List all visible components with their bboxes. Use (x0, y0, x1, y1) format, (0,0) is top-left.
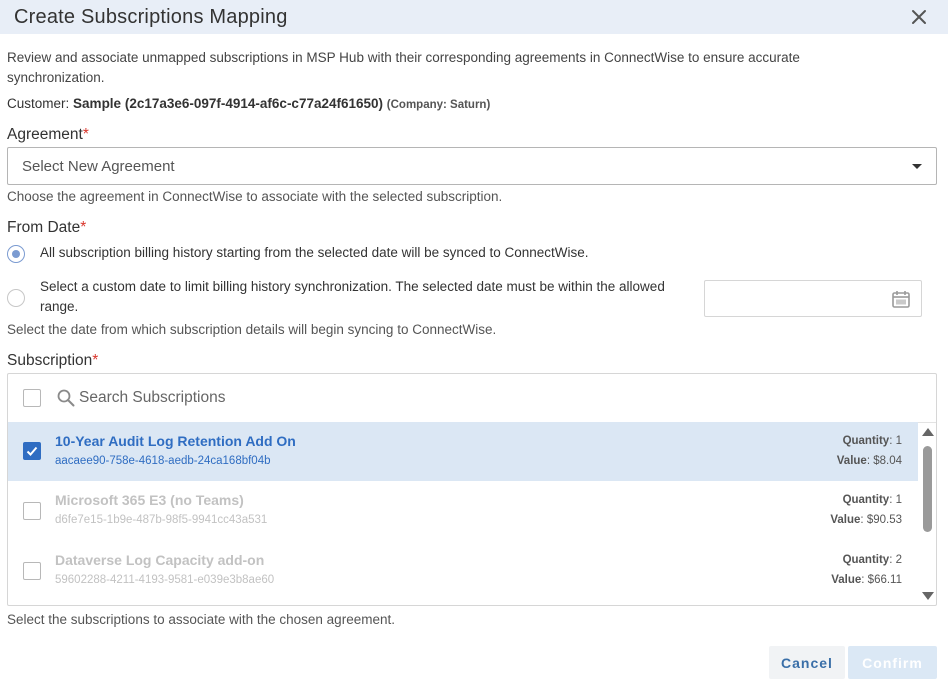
select-all-checkbox[interactable] (23, 389, 41, 407)
subscription-id: aacaee90-758e-4618-aedb-24ca168bf04b (55, 455, 271, 467)
quantity-label: Quantity (842, 435, 890, 447)
customer-company: (Company: Saturn) (386, 99, 491, 111)
subscription-name: Microsoft 365 E3 (no Teams) (55, 492, 244, 508)
radio-all-history-label: All subscription billing history startin… (40, 245, 589, 260)
agreement-select-placeholder: Select New Agreement (22, 158, 175, 175)
subscription-row[interactable]: Dataverse Log Capacity add-on 59602288-4… (8, 541, 918, 600)
quantity-value: 1 (895, 435, 902, 447)
subscription-quantity: Quantity: 2 (842, 554, 902, 566)
quantity-label: Quantity (842, 494, 890, 506)
confirm-button[interactable]: Confirm (848, 646, 937, 679)
search-icon (57, 389, 75, 407)
value-label: Value (836, 455, 867, 467)
cancel-button[interactable]: Cancel (769, 646, 845, 679)
agreement-label: Agreement* (7, 126, 89, 144)
subscription-id: d6fe7e15-1b9e-487b-98f5-9941cc43a531 (55, 514, 268, 526)
value-amount: $8.04 (873, 455, 902, 467)
required-mark: * (80, 219, 87, 236)
value-label: Value (830, 514, 861, 526)
value-label: Value (831, 574, 862, 586)
subscription-value: Value: $66.11 (831, 574, 902, 586)
subscription-quantity: Quantity: 1 (842, 435, 902, 447)
scroll-up-arrow-icon[interactable] (922, 428, 934, 436)
radio-all-history[interactable] (7, 245, 25, 263)
subscription-list-panel: 10-Year Audit Log Retention Add On aacae… (7, 373, 937, 606)
subscription-checkbox[interactable] (23, 562, 41, 580)
radio-custom-date-label: Select a custom date to limit billing hi… (40, 277, 665, 317)
subscription-value: Value: $8.04 (836, 455, 902, 467)
scroll-thumb[interactable] (923, 446, 932, 532)
from-date-help: Select the date from which subscription … (7, 322, 497, 337)
customer-name: Sample (2c17a3e6-097f-4914-af6c-c77a24f6… (73, 96, 384, 111)
value-amount: $90.53 (866, 514, 902, 526)
from-date-label: From Date* (7, 219, 86, 237)
customer-info: Customer: Sample (2c17a3e6-097f-4914-af6… (7, 96, 490, 111)
radio-custom-date[interactable] (7, 289, 25, 307)
scroll-down-arrow-icon[interactable] (922, 592, 934, 600)
customer-label: Customer: (7, 96, 70, 111)
subscription-label-text: Subscription (7, 352, 93, 369)
close-icon[interactable] (908, 6, 930, 28)
from-date-label-text: From Date (7, 219, 81, 236)
radio-custom-date-line1: Select a custom date to limit billing hi… (40, 279, 665, 294)
required-mark: * (92, 352, 99, 369)
subscription-scrollbar[interactable] (920, 422, 936, 605)
subscription-search-input[interactable] (79, 386, 479, 410)
subscription-help: Select the subscriptions to associate wi… (7, 612, 395, 627)
dialog-title: Create Subscriptions Mapping (14, 5, 288, 28)
custom-date-input[interactable] (704, 280, 922, 317)
agreement-help: Choose the agreement in ConnectWise to a… (7, 189, 503, 204)
value-amount: $66.11 (867, 574, 902, 586)
subscription-label: Subscription* (7, 352, 98, 370)
subscription-search-row (8, 374, 936, 423)
required-mark: * (82, 126, 89, 143)
chevron-down-icon (912, 164, 922, 169)
dialog-header: Create Subscriptions Mapping (0, 0, 948, 34)
subscription-row[interactable]: 10-Year Audit Log Retention Add On aacae… (8, 422, 918, 481)
subscription-value: Value: $90.53 (830, 514, 902, 526)
agreement-select[interactable]: Select New Agreement (7, 147, 937, 185)
calendar-icon[interactable] (891, 289, 911, 309)
subscription-quantity: Quantity: 1 (842, 494, 902, 506)
subscription-checkbox[interactable] (23, 502, 41, 520)
subscription-name: Dataverse Log Capacity add-on (55, 552, 265, 568)
subscription-checkbox[interactable] (23, 442, 41, 460)
subscription-name: 10-Year Audit Log Retention Add On (55, 433, 296, 449)
radio-custom-date-line2: range. (40, 299, 79, 314)
checkmark-icon (26, 446, 38, 456)
quantity-value: 1 (895, 494, 902, 506)
dialog-description: Review and associate unmapped subscripti… (7, 50, 800, 85)
quantity-label: Quantity (842, 554, 890, 566)
subscription-row[interactable]: Microsoft 365 E3 (no Teams) d6fe7e15-1b9… (8, 481, 918, 540)
agreement-label-text: Agreement (7, 126, 83, 143)
quantity-value: 2 (895, 554, 902, 566)
subscription-id: 59602288-4211-4193-9581-e039e3b8ae60 (55, 574, 275, 586)
